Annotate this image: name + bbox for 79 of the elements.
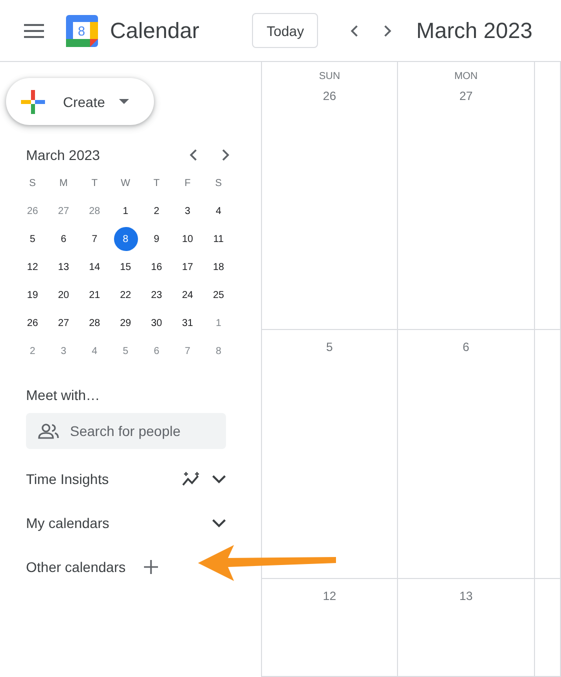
mini-calendar-day[interactable]: 1 [114, 199, 138, 223]
mini-calendar-day[interactable]: 27 [52, 311, 76, 335]
people-icon [38, 423, 60, 439]
section-title[interactable]: My calendars [26, 515, 110, 531]
chevron-down-icon[interactable] [212, 474, 226, 484]
mini-calendar-day[interactable]: 2 [144, 199, 168, 223]
mini-calendar-day[interactable]: 29 [114, 311, 138, 335]
mini-calendar-day[interactable]: 31 [176, 311, 200, 335]
mini-calendar-day[interactable]: 3 [176, 199, 200, 223]
create-button[interactable]: Create [6, 78, 154, 125]
weekday-label: SUN [318, 71, 340, 82]
period-title: March 2023 [416, 18, 532, 44]
chevron-left-icon [350, 24, 360, 36]
section-title[interactable]: Time Insights [26, 471, 109, 487]
mini-calendar-day[interactable]: 3 [52, 339, 76, 363]
mini-calendar-day[interactable]: 4 [82, 339, 106, 363]
calendar-logo: 8 [66, 14, 98, 46]
chevron-down-icon[interactable] [212, 518, 226, 528]
mini-calendar-day[interactable]: 8 [114, 227, 138, 251]
search-people-field[interactable]: Search for people [26, 413, 226, 449]
mini-calendar-title: March 2023 [26, 147, 101, 163]
mini-calendar-day[interactable]: 20 [52, 283, 76, 307]
mini-calendar-day[interactable]: 12 [20, 255, 44, 279]
mini-calendar-day[interactable]: 18 [206, 255, 230, 279]
mini-calendar-day[interactable]: 6 [52, 227, 76, 251]
weekday-label: M [58, 176, 69, 190]
weekday-label: S [214, 176, 223, 190]
mini-calendar-day[interactable]: 8 [206, 339, 230, 363]
chevron-right-icon [220, 149, 230, 161]
mini-calendar-day[interactable]: 2 [20, 339, 44, 363]
date-label[interactable]: 6 [462, 340, 470, 354]
weekday-label: W [120, 176, 132, 190]
weekday-label: MON [454, 71, 478, 82]
caret-icon [119, 99, 130, 104]
mini-calendar-day[interactable]: 16 [144, 255, 168, 279]
mini-calendar-day[interactable]: 10 [176, 227, 200, 251]
mini-calendar-day[interactable]: 28 [82, 199, 106, 223]
app-name: Calendar [110, 18, 200, 44]
section-title[interactable]: Other calendars [26, 559, 126, 575]
mini-calendar-day[interactable]: 4 [206, 199, 230, 223]
mini-calendar-day[interactable]: 26 [20, 311, 44, 335]
mini-calendar-day[interactable]: 24 [176, 283, 200, 307]
mini-calendar-day[interactable]: 19 [20, 283, 44, 307]
mini-calendar-day[interactable]: 23 [144, 283, 168, 307]
mini-calendar-day[interactable]: 9 [144, 227, 168, 251]
mini-calendar-day[interactable]: 7 [82, 227, 106, 251]
weekday-label: T [90, 176, 99, 190]
mini-calendar-day[interactable]: 14 [82, 255, 106, 279]
plus-icon [21, 90, 45, 114]
mini-calendar-day[interactable]: 13 [52, 255, 76, 279]
weekday-label: S [28, 176, 37, 190]
mini-calendar-day[interactable]: 21 [82, 283, 106, 307]
section-title: Meet with… [26, 387, 101, 403]
mini-calendar-day[interactable]: 28 [82, 311, 106, 335]
plus-icon[interactable] [144, 560, 158, 574]
mini-calendar-day[interactable]: 15 [114, 255, 138, 279]
sparkle-chart-icon[interactable] [182, 471, 202, 487]
mini-calendar-day[interactable]: 1 [206, 311, 230, 335]
mini-calendar-day[interactable]: 11 [206, 227, 230, 251]
date-label[interactable]: 13 [459, 589, 473, 603]
mini-calendar-day[interactable]: 26 [20, 199, 44, 223]
weekday-label: T [152, 176, 161, 190]
date-label[interactable]: 26 [322, 89, 336, 103]
mini-calendar-day[interactable]: 27 [52, 199, 76, 223]
date-label[interactable]: 5 [326, 340, 333, 354]
date-label[interactable]: 27 [459, 89, 473, 103]
mini-calendar-day[interactable]: 5 [20, 227, 44, 251]
mini-calendar-day[interactable]: 25 [206, 283, 230, 307]
today-button[interactable]: Today [252, 13, 318, 48]
mini-calendar-day[interactable]: 30 [144, 311, 168, 335]
chevron-right-icon [382, 24, 392, 36]
mini-calendar-day[interactable]: 17 [176, 255, 200, 279]
chevron-left-icon [189, 149, 199, 161]
mini-calendar-day[interactable]: 7 [176, 339, 200, 363]
mini-calendar-day[interactable]: 5 [114, 339, 138, 363]
date-label[interactable]: 12 [322, 589, 336, 603]
mini-calendar-day[interactable]: 6 [144, 339, 168, 363]
mini-calendar-day[interactable]: 22 [114, 283, 138, 307]
weekday-label: F [183, 176, 192, 190]
